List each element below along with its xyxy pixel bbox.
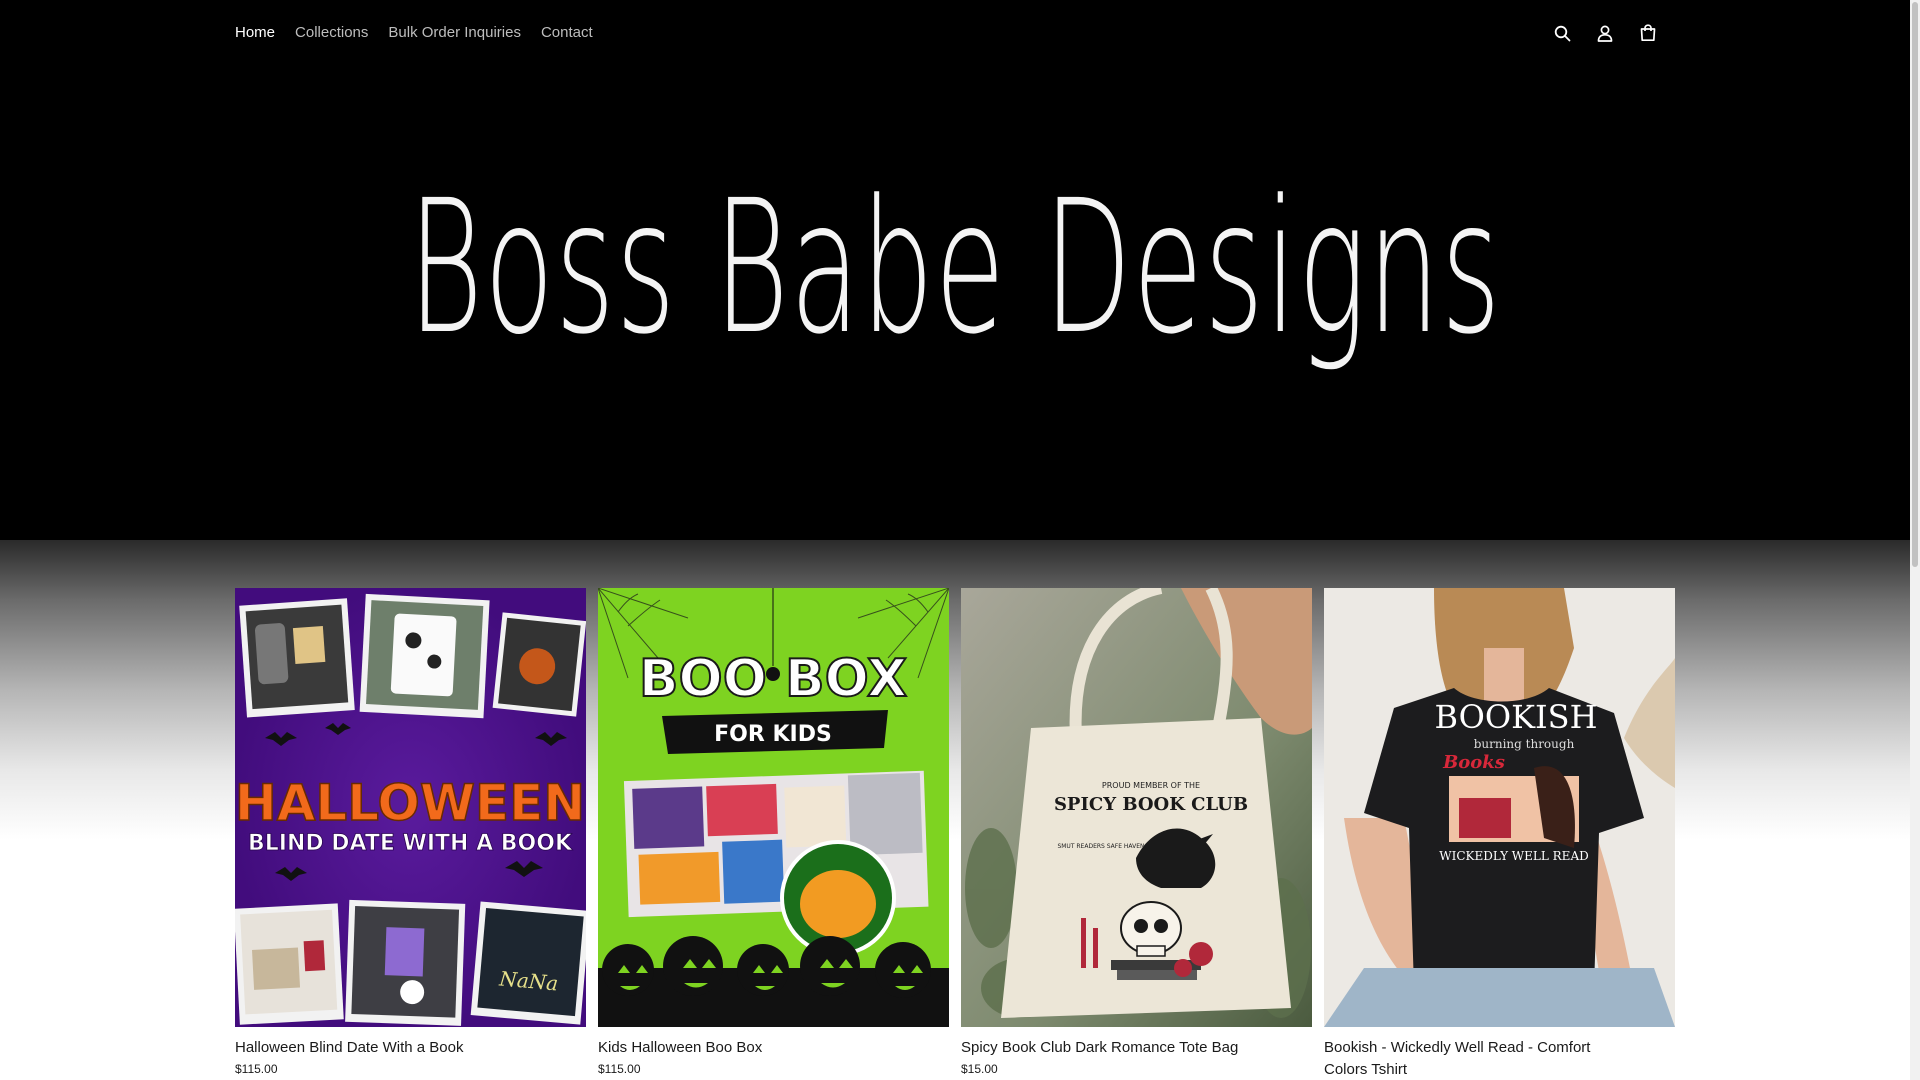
product-price: $15.00 [961,1062,998,1076]
tote-headline: SPICY BOOK CLUB [1054,794,1248,815]
product-title[interactable]: Kids Halloween Boo Box [598,1037,898,1059]
product-image-boo-box[interactable]: BOO BOX FOR KIDS [598,588,949,1027]
product-title[interactable]: Bookish - Wickedly Well Read - Comfort C… [1324,1037,1624,1080]
product-card[interactable]: PROUD MEMBER OF THE SPICY BOOK CLUB SMUT… [961,588,1312,1080]
tote-subline: SMUT READERS SAFE HAVEN [1057,843,1144,850]
nav-bulk-order-inquiries[interactable]: Bulk Order Inquiries [388,22,521,44]
nav-contact[interactable]: Contact [541,22,593,44]
product-grid: HALLOWEEN BLIND DATE WITH A BOOK NaNa Ha… [235,588,1675,1080]
page-scrollbar[interactable] [1910,0,1920,1080]
for-kids-subline: FOR KIDS [714,722,832,747]
product-price: $115.00 [598,1062,641,1076]
nav-home[interactable]: Home [235,22,275,44]
bookish-headline: BOOKISH [1435,698,1598,736]
bookish-books-text: Books [1442,752,1505,773]
site-header: Home Collections Bulk Order Inquiries Co… [0,0,1910,66]
product-title[interactable]: Spicy Book Club Dark Romance Tote Bag [961,1037,1261,1059]
cart-icon[interactable] [1638,20,1658,46]
product-card[interactable]: BOO BOX FOR KIDS Kids Halloween Boo Box … [598,588,949,1080]
halloween-headline: HALLOWEEN [235,774,585,832]
product-image-bookish-tshirt[interactable]: BOOKISH burning through Books WICKEDLY W… [1324,588,1675,1027]
brand-logo[interactable]: Boss Babe Designs [363,176,1547,360]
product-title[interactable]: Halloween Blind Date With a Book [235,1037,535,1059]
bookish-subline: WICKEDLY WELL READ [1439,849,1588,863]
page: Home Collections Bulk Order Inquiries Co… [0,0,1920,1080]
scrollbar-thumb[interactable] [1912,2,1918,567]
boo-box-headline: BOO BOX [639,649,907,709]
account-icon[interactable] [1595,20,1615,46]
product-card[interactable]: HALLOWEEN BLIND DATE WITH A BOOK NaNa Ha… [235,588,586,1080]
search-icon[interactable] [1552,20,1572,46]
tote-top-text: PROUD MEMBER OF THE [1102,781,1200,790]
product-image-spicy-book-club-tote[interactable]: PROUD MEMBER OF THE SPICY BOOK CLUB SMUT… [961,588,1312,1027]
blind-date-subline: BLIND DATE WITH A BOOK [248,831,573,856]
main-nav: Home Collections Bulk Order Inquiries Co… [235,22,593,44]
product-price: $115.00 [235,1062,278,1076]
header-icons [1552,20,1658,46]
nav-collections[interactable]: Collections [295,22,368,44]
product-image-halloween-blind-date[interactable]: HALLOWEEN BLIND DATE WITH A BOOK NaNa [235,588,586,1027]
product-card[interactable]: BOOKISH burning through Books WICKEDLY W… [1324,588,1675,1080]
bookish-middle-text: burning through [1474,737,1575,751]
hero-banner: Boss Babe Designs [0,66,1910,540]
